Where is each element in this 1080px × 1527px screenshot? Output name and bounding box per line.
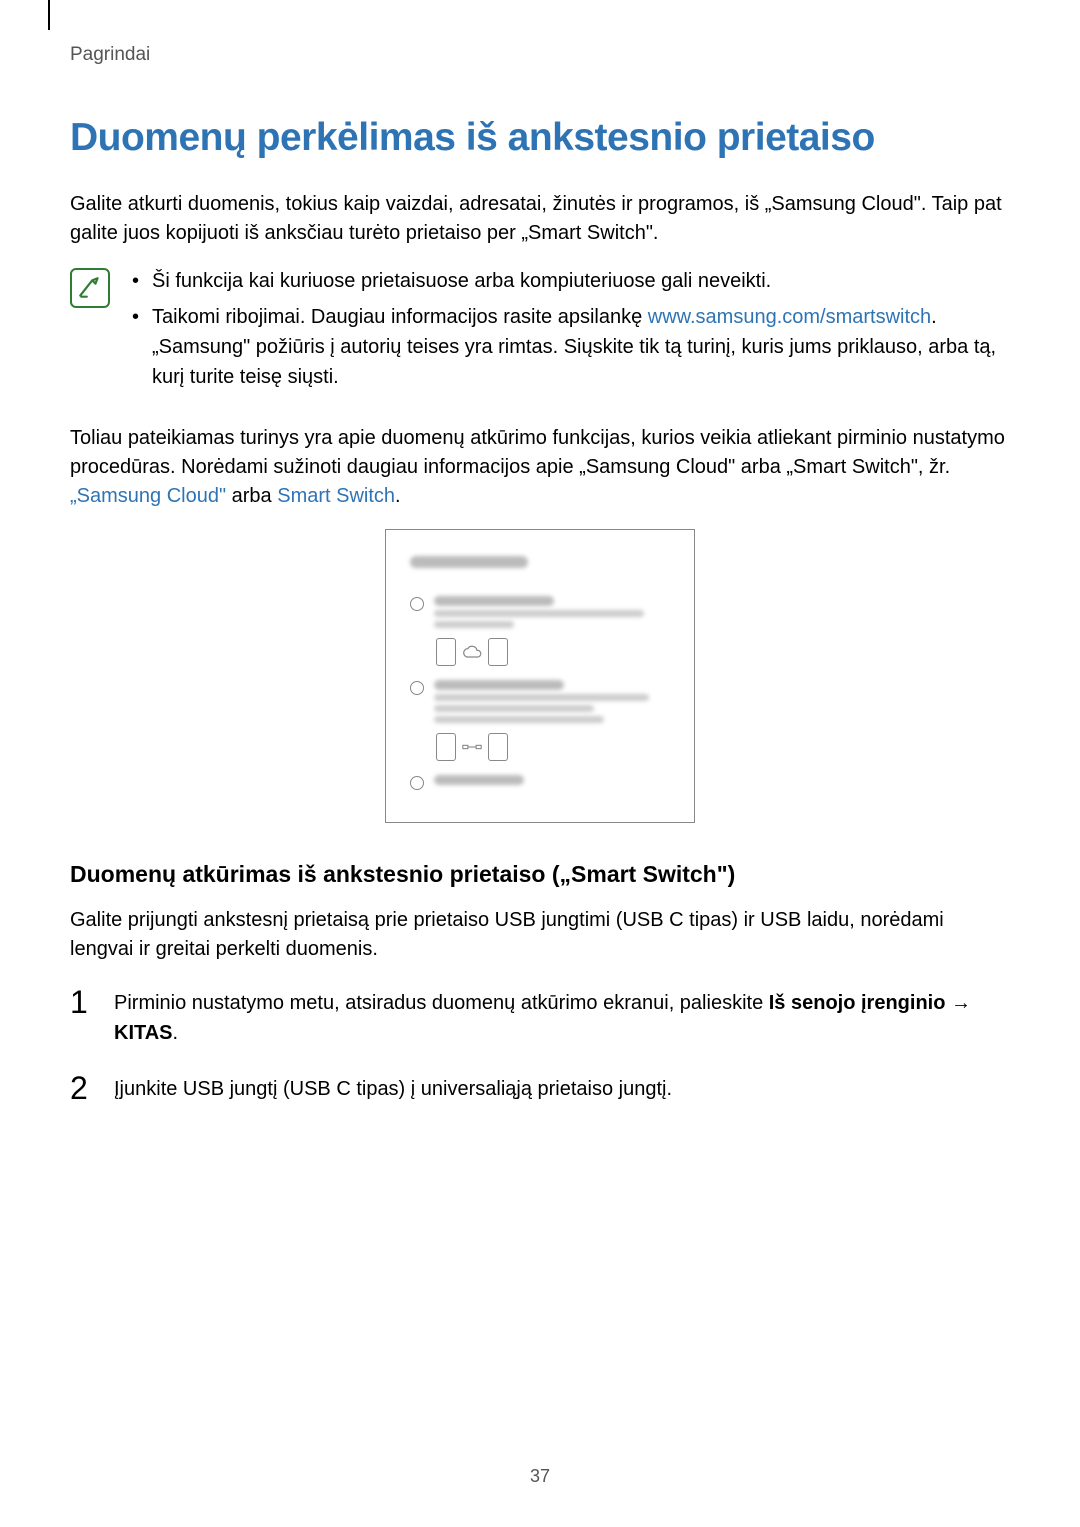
sub-intro: Galite prijungti ankstesnį prietaisą pri… [70, 906, 1010, 964]
mock-title [410, 556, 528, 568]
step-1-end: . [173, 1022, 179, 1044]
note-bullet-2: Taikomi ribojimai. Daugiau informacijos … [132, 302, 1010, 392]
phone-icon [436, 638, 456, 666]
smart-switch-link[interactable]: Smart Switch [277, 485, 395, 507]
radio-icon [410, 681, 424, 695]
subheading: Duomenų atkūrimas iš ankstesnio prietais… [70, 861, 1010, 888]
mock-text-line [434, 694, 649, 701]
mock-usb-transfer-icon [436, 733, 670, 761]
page-title: Duomenų perkėlimas iš ankstesnio prietai… [70, 116, 1010, 160]
para2-end: . [395, 485, 401, 507]
mock-option-none [410, 775, 670, 790]
samsung-cloud-link[interactable]: „Samsung Cloud" [70, 485, 226, 507]
mock-cloud-transfer-icon [436, 638, 670, 666]
para2-text-a: Toliau pateikiamas turinys yra apie duom… [70, 427, 1005, 478]
note-list: Ši funkcija kai kuriuose prietaisuose ar… [132, 266, 1010, 398]
step-1-body: Pirminio nustatymo metu, atsiradus duome… [114, 988, 1010, 1048]
steps-list: 1 Pirminio nustatymo metu, atsiradus duo… [70, 988, 1010, 1104]
step-number: 1 [70, 986, 92, 1018]
para2-mid: arba [226, 485, 277, 507]
cloud-icon [462, 645, 482, 659]
mock-text-line [434, 596, 554, 606]
mock-text-line [434, 705, 594, 712]
page-number: 37 [0, 1466, 1080, 1487]
mock-option-cloud [410, 596, 670, 666]
phone-icon [488, 638, 508, 666]
radio-icon [410, 776, 424, 790]
mock-option-device [410, 680, 670, 761]
note-icon [70, 268, 110, 308]
radio-icon [410, 597, 424, 611]
smartswitch-link[interactable]: www.samsung.com/smartswitch [648, 306, 931, 328]
section-header: Pagrindai [70, 44, 1010, 66]
trim-mark [48, 0, 50, 30]
step-1-bold-2: KITAS [114, 1022, 173, 1044]
restore-data-screenshot [385, 529, 695, 823]
phone-icon [488, 733, 508, 761]
mock-text-line [434, 621, 514, 628]
step-1-bold-1: Iš senojo įrenginio [769, 992, 946, 1014]
mock-text-line [434, 610, 644, 617]
note-bullet-2-text-a: Taikomi ribojimai. Daugiau informacijos … [152, 306, 648, 328]
mock-text-line [434, 775, 524, 785]
note-block: Ši funkcija kai kuriuose prietaisuose ar… [70, 266, 1010, 398]
phone-icon [436, 733, 456, 761]
step-2: 2 Įjunkite USB jungtį (USB C tipas) į un… [70, 1074, 1010, 1104]
note-bullet-1: Ši funkcija kai kuriuose prietaisuose ar… [132, 266, 1010, 296]
mock-text-line [434, 680, 564, 690]
step-2-body: Įjunkite USB jungtį (USB C tipas) į univ… [114, 1074, 1010, 1104]
step-1-text-a: Pirminio nustatymo metu, atsiradus duome… [114, 992, 769, 1014]
step-1: 1 Pirminio nustatymo metu, atsiradus duo… [70, 988, 1010, 1048]
intro-paragraph: Galite atkurti duomenis, tokius kaip vai… [70, 190, 1010, 248]
mock-text-line [434, 716, 604, 723]
step-1-arrow: → [945, 992, 971, 1014]
paragraph-2: Toliau pateikiamas turinys yra apie duom… [70, 424, 1010, 511]
step-number: 2 [70, 1072, 92, 1104]
usb-icon [462, 742, 482, 752]
